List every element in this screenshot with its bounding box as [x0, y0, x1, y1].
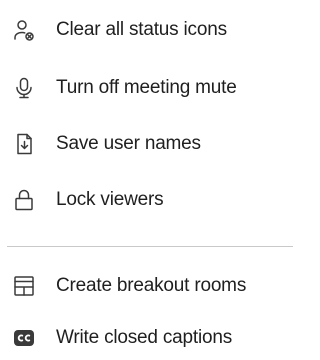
menu-item-label: Turn off meeting mute [56, 77, 237, 98]
menu-item-lock-viewers[interactable]: Lock viewers [0, 180, 293, 220]
menu-item-label: Save user names [56, 133, 201, 154]
menu-item-label: Lock viewers [56, 189, 164, 210]
options-menu: Clear all status icons Turn off meeting … [0, 0, 293, 360]
menu-item-turn-off-meeting-mute[interactable]: Turn off meeting mute [0, 68, 293, 108]
closed-captions-icon [12, 326, 36, 350]
menu-item-label: Clear all status icons [56, 19, 227, 40]
microphone-icon [12, 76, 36, 100]
save-download-icon [12, 132, 36, 156]
breakout-rooms-icon [12, 274, 36, 298]
menu-item-create-breakout-rooms[interactable]: Create breakout rooms [0, 266, 293, 306]
menu-divider [7, 246, 293, 247]
menu-item-label: Write closed captions [56, 327, 233, 348]
menu-item-clear-all-status-icons[interactable]: Clear all status icons [0, 10, 293, 50]
menu-item-write-closed-captions[interactable]: Write closed captions [0, 318, 293, 358]
menu-item-label: Create breakout rooms [56, 275, 247, 296]
lock-icon [12, 188, 36, 212]
menu-item-save-user-names[interactable]: Save user names [0, 124, 293, 164]
clear-status-icon [12, 18, 36, 42]
